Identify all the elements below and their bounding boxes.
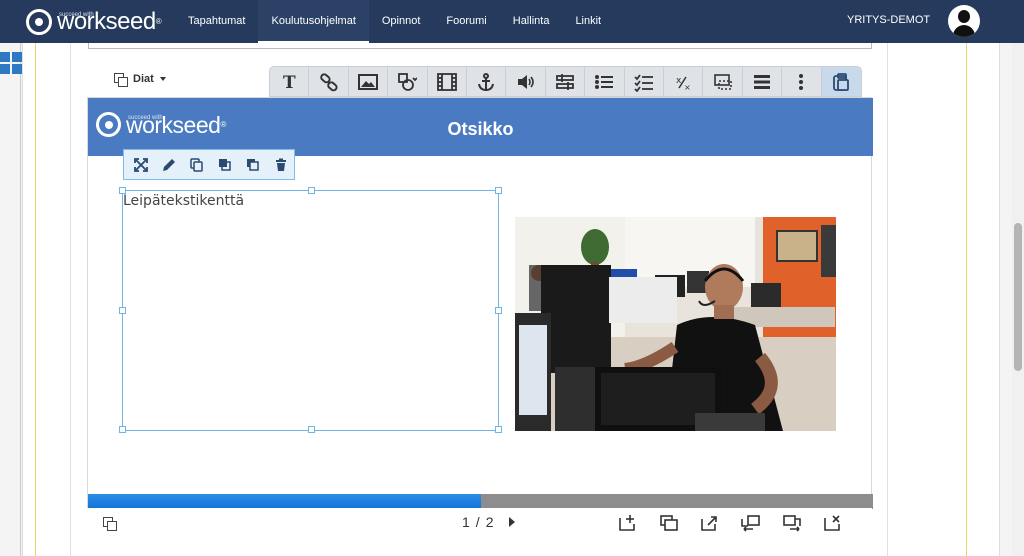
resize-handle-e[interactable]	[495, 307, 502, 314]
slide-bottom-bar: 1 / 2	[87, 508, 872, 538]
avatar-head-icon	[958, 10, 970, 23]
current-slide-number: 1	[462, 514, 470, 530]
video-icon[interactable]	[428, 67, 468, 96]
move-slide-left-icon[interactable]	[741, 514, 761, 532]
link-icon[interactable]	[309, 67, 349, 96]
slider-icon[interactable]	[546, 67, 586, 96]
clipboard-icon[interactable]	[821, 67, 862, 96]
resize-handle-nw[interactable]	[119, 187, 126, 194]
image-icon[interactable]	[349, 67, 389, 96]
body-text[interactable]: Leipätekstikenttä	[123, 193, 244, 209]
apps-grid-icon[interactable]	[0, 52, 22, 74]
rows-icon[interactable]	[743, 67, 783, 96]
more-icon[interactable]	[782, 67, 822, 96]
logo-registered: ®	[155, 17, 162, 26]
office-photo-illustration	[515, 217, 836, 431]
send-back-icon[interactable]	[244, 156, 261, 173]
editor-toolbar: T x ×	[269, 66, 862, 97]
element-toolbar	[123, 149, 295, 180]
left-divider	[20, 43, 21, 556]
resize-handle-n[interactable]	[308, 187, 315, 194]
resize-handle-w[interactable]	[119, 307, 126, 314]
company-name[interactable]: YRITYS-DEMOT	[847, 14, 930, 26]
resize-handle-sw[interactable]	[119, 426, 126, 433]
slide-image[interactable]	[515, 217, 836, 431]
resize-handle-s[interactable]	[308, 426, 315, 433]
svg-text:T: T	[283, 73, 296, 92]
nav-menu: Tapahtumat Koulutusohjelmat Opinnot Foor…	[175, 0, 614, 43]
delete-icon[interactable]	[272, 156, 289, 173]
next-slide-icon[interactable]	[509, 517, 516, 527]
chevron-down-icon	[159, 77, 166, 81]
nav-item-koulutusohjelmat[interactable]: Koulutusohjelmat	[258, 0, 369, 43]
resize-handle-se[interactable]	[495, 426, 502, 433]
list-icon[interactable]	[585, 67, 625, 96]
text-icon[interactable]: T	[270, 67, 310, 96]
audio-icon[interactable]	[506, 67, 546, 96]
workseed-logo[interactable]: succeed with workseed®	[26, 8, 162, 36]
total-slides-number: 2	[485, 514, 494, 530]
shapes-icon[interactable]	[388, 67, 428, 96]
pager-separator: /	[475, 514, 480, 530]
slide-title[interactable]: Otsikko	[88, 98, 873, 156]
export-slide-icon[interactable]	[700, 514, 720, 532]
add-slide-icon[interactable]	[618, 514, 638, 532]
svg-text:×: ×	[684, 83, 691, 92]
edit-icon[interactable]	[160, 156, 177, 173]
slide-progress-fill	[88, 494, 481, 509]
slides-menu-button[interactable]	[103, 517, 111, 520]
slide-progress-bar	[88, 494, 873, 509]
scroll-thumb[interactable]	[1014, 223, 1022, 371]
avatar-body-icon	[953, 25, 975, 37]
move-slide-right-icon[interactable]	[782, 514, 802, 532]
page-scrollbar[interactable]	[1012, 43, 1024, 556]
slide-header: succeed with workseed® Otsikko	[88, 98, 873, 156]
slides-label: Diat	[133, 73, 154, 85]
nav-item-linkit[interactable]: Linkit	[562, 0, 614, 43]
anchor-icon[interactable]	[467, 67, 507, 96]
logo-wordmark: succeed with workseed®	[57, 10, 162, 34]
resize-handle-ne[interactable]	[495, 187, 502, 194]
body-text-box[interactable]: Leipätekstikenttä	[119, 187, 502, 433]
bring-front-icon[interactable]	[216, 156, 233, 173]
slide-canvas[interactable]: succeed with workseed® Otsikko Leipäteks…	[87, 97, 873, 509]
copy-slide-icon[interactable]	[659, 514, 679, 532]
nav-item-hallinta[interactable]: Hallinta	[500, 0, 563, 43]
selection-icon[interactable]	[703, 67, 743, 96]
previous-content-edge	[88, 43, 872, 49]
logo-tagline: succeed with	[59, 12, 94, 18]
delete-slide-icon[interactable]	[823, 514, 843, 532]
nav-item-tapahtumat[interactable]: Tapahtumat	[175, 0, 258, 43]
checklist-icon[interactable]	[625, 67, 665, 96]
user-avatar[interactable]	[948, 5, 980, 37]
workseed-logo-mark	[26, 9, 52, 35]
top-navigation: succeed with workseed® Tapahtumat Koulut…	[0, 0, 1024, 43]
slide-actions	[618, 514, 843, 532]
slides-icon	[114, 72, 128, 87]
nav-item-opinnot[interactable]: Opinnot	[369, 0, 434, 43]
slides-dropdown[interactable]: Diat	[114, 70, 166, 88]
nav-item-foorumi[interactable]: Foorumi	[433, 0, 499, 43]
duplicate-icon[interactable]	[188, 156, 205, 173]
expand-icon[interactable]	[132, 156, 149, 173]
fraction-icon[interactable]: x ×	[664, 67, 704, 96]
slide-pager: 1 / 2	[462, 514, 516, 530]
